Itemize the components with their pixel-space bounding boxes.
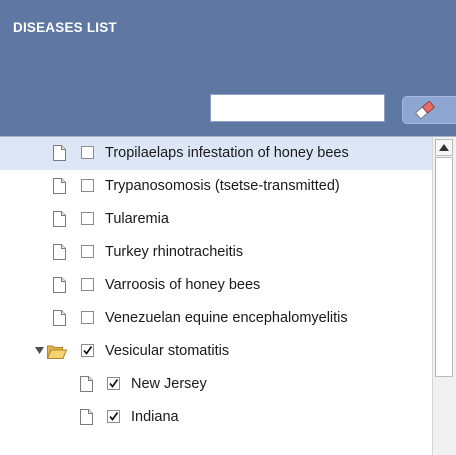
folder-open-icon: [47, 345, 67, 359]
list-item[interactable]: Vesicular stomatitis: [0, 335, 432, 368]
scroll-up-button[interactable]: [435, 139, 453, 156]
document-icon: [80, 409, 93, 425]
checkbox[interactable]: [81, 146, 94, 159]
eraser-icon: [415, 101, 435, 119]
list-item-label: Venezuelan equine encephalomyelitis: [105, 310, 348, 326]
list-item[interactable]: Varroosis of honey bees: [0, 269, 432, 302]
list-item-label: Indiana: [131, 409, 179, 425]
checkmark-icon: [83, 346, 93, 355]
checkmark-icon: [109, 412, 119, 421]
scroll-up-arrow-icon: [439, 144, 449, 151]
document-icon: [80, 376, 93, 392]
list-item-label: Vesicular stomatitis: [105, 343, 230, 359]
list-item-label: Varroosis of honey bees: [105, 277, 261, 293]
list-item-label: New Jersey: [131, 376, 207, 392]
disease-tree-list: Tropilaelaps infestation of honey bees T…: [0, 136, 456, 455]
list-item[interactable]: Indiana: [0, 401, 432, 434]
list-item[interactable]: New Jersey: [0, 368, 432, 401]
list-item-label: Trypanosomosis (tsetse-transmitted): [105, 178, 340, 194]
scrollbar-thumb[interactable]: [435, 157, 453, 377]
panel-title: DISEASES LIST: [13, 20, 117, 35]
vertical-scrollbar[interactable]: [432, 137, 456, 455]
list-item[interactable]: Tularemia: [0, 203, 432, 236]
diseases-list-panel: DISEASES LIST Tropilaelaps infestation o…: [0, 0, 456, 455]
checkbox[interactable]: [81, 179, 94, 192]
checkbox[interactable]: [81, 278, 94, 291]
document-icon: [53, 244, 66, 260]
checkbox[interactable]: [81, 311, 94, 324]
document-icon: [53, 178, 66, 194]
document-icon: [53, 145, 66, 161]
checkmark-icon: [109, 379, 119, 388]
expand-arrow-icon[interactable]: [35, 346, 45, 355]
clear-search-button[interactable]: [402, 96, 456, 124]
list-item-label: Turkey rhinotracheitis: [105, 244, 244, 260]
checkbox[interactable]: [107, 410, 120, 423]
checkbox[interactable]: [81, 245, 94, 258]
document-icon: [53, 211, 66, 227]
document-icon: [53, 310, 66, 326]
checkbox[interactable]: [81, 344, 94, 357]
document-icon: [53, 277, 66, 293]
list-item[interactable]: Turkey rhinotracheitis: [0, 236, 432, 269]
list-item[interactable]: Trypanosomosis (tsetse-transmitted): [0, 170, 432, 203]
checkbox[interactable]: [107, 377, 120, 390]
checkbox[interactable]: [81, 212, 94, 225]
search-input[interactable]: [210, 94, 385, 122]
list-item-label: Tularemia: [105, 211, 169, 227]
list-item-label: Tropilaelaps infestation of honey bees: [105, 145, 349, 161]
list-item[interactable]: Venezuelan equine encephalomyelitis: [0, 302, 432, 335]
list-item[interactable]: Tropilaelaps infestation of honey bees: [0, 137, 432, 170]
